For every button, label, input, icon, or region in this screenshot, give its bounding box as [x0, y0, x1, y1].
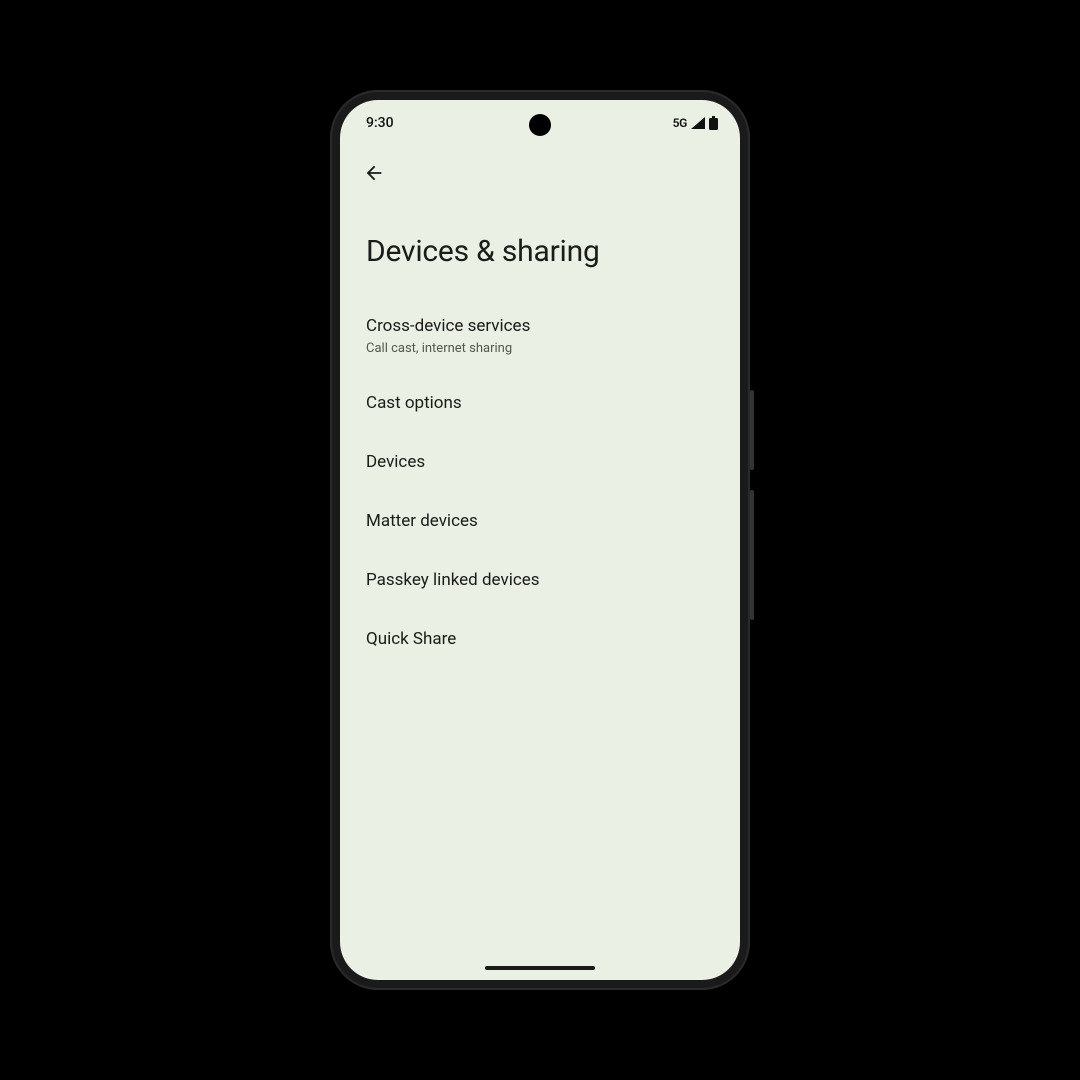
item-passkey-linked-devices[interactable]: Passkey linked devices — [340, 551, 740, 610]
item-subtitle: Call cast, internet sharing — [366, 341, 714, 356]
status-right: 5G — [673, 116, 718, 130]
screen: 9:30 5G Devices & sharing — [340, 100, 740, 980]
item-title: Passkey linked devices — [366, 569, 714, 592]
app-bar — [340, 146, 740, 200]
item-title: Cross-device services — [366, 315, 714, 338]
volume-button — [750, 390, 754, 470]
signal-icon — [691, 117, 705, 129]
item-cross-device-services[interactable]: Cross-device services Call cast, interne… — [340, 297, 740, 374]
item-devices[interactable]: Devices — [340, 433, 740, 492]
gesture-bar-area — [340, 956, 740, 980]
item-quick-share[interactable]: Quick Share — [340, 610, 740, 669]
status-time: 9:30 — [366, 115, 394, 131]
item-title: Devices — [366, 451, 714, 474]
gesture-bar[interactable] — [485, 966, 595, 970]
power-button — [750, 490, 754, 620]
item-title: Quick Share — [366, 628, 714, 651]
back-button[interactable] — [354, 153, 394, 193]
item-title: Cast options — [366, 392, 714, 415]
item-title: Matter devices — [366, 510, 714, 533]
camera-hole — [529, 114, 551, 136]
item-matter-devices[interactable]: Matter devices — [340, 492, 740, 551]
item-cast-options[interactable]: Cast options — [340, 374, 740, 433]
battery-icon — [709, 116, 718, 130]
settings-list: Cross-device services Call cast, interne… — [340, 297, 740, 956]
network-label: 5G — [673, 116, 687, 130]
arrow-back-icon — [363, 162, 385, 184]
phone-frame: 9:30 5G Devices & sharing — [330, 90, 750, 990]
page-title: Devices & sharing — [366, 234, 714, 269]
header-block: Devices & sharing — [340, 200, 740, 297]
